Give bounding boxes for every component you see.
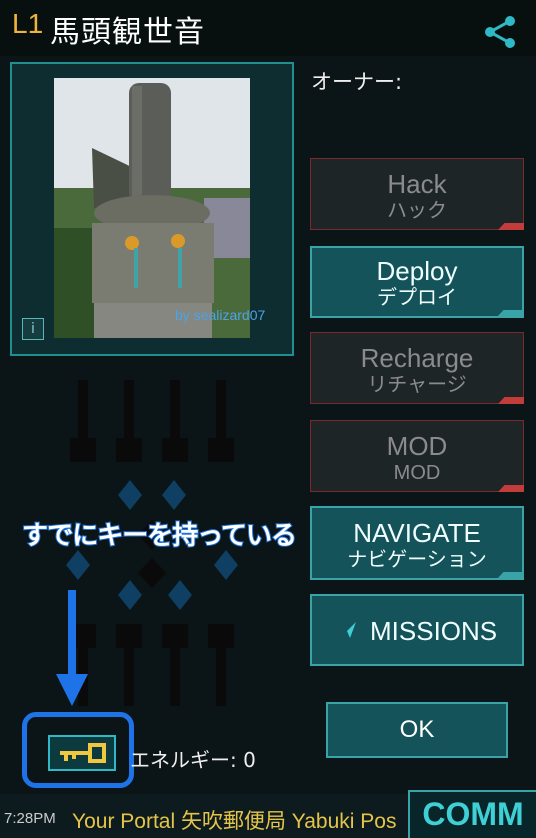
hack-button[interactable]: Hack ハック	[310, 158, 524, 230]
portal-title: 馬頭観世音	[50, 15, 205, 50]
button-corner	[498, 485, 524, 492]
recharge-button[interactable]: Recharge リチャージ	[310, 332, 524, 404]
photo-credit: by sealizard07	[175, 307, 266, 323]
portal-ticker[interactable]: Your Portal 矢吹郵便局 Yabuki Pos	[72, 805, 422, 835]
missions-label: MISSIONS	[370, 616, 498, 646]
button-corner	[498, 223, 524, 230]
portal-level: L1	[12, 8, 44, 39]
share-icon[interactable]	[482, 14, 518, 50]
comm-button[interactable]: COMM	[408, 790, 536, 838]
ticker-text: 矢吹郵便局 Yabuki Pos	[180, 810, 397, 833]
button-corner	[497, 572, 523, 579]
energy-readout: エネルギー: 0	[130, 748, 256, 772]
annotation-arrow	[56, 590, 88, 706]
annotation-text: すでにキーを持っている	[21, 520, 298, 552]
ok-button[interactable]: OK	[326, 702, 508, 758]
missions-arrow-icon	[340, 622, 356, 638]
clock: 7:28PM	[4, 810, 56, 827]
mod-button[interactable]: MOD MOD	[310, 420, 524, 492]
missions-button[interactable]: MISSIONS	[310, 594, 524, 666]
key-icon[interactable]	[48, 735, 116, 771]
owner-label: オーナー:	[311, 70, 403, 94]
info-icon[interactable]: i	[22, 318, 44, 340]
button-corner	[497, 310, 523, 317]
deploy-button[interactable]: Deploy デプロイ	[310, 246, 524, 318]
navigate-button[interactable]: NAVIGATE ナビゲーション	[310, 506, 524, 580]
portal-photo[interactable]	[54, 78, 250, 338]
button-corner	[498, 397, 524, 404]
ticker-label: Your Portal	[72, 810, 176, 833]
